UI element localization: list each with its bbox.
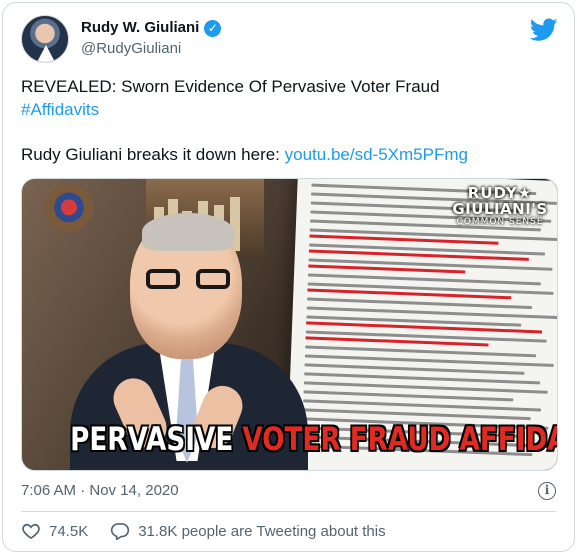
author-block[interactable]: Rudy W. Giuliani ✓ @RudyGiuliani — [81, 18, 222, 60]
tweet-card: Rudy W. Giuliani ✓ @RudyGiuliani REVEALE… — [2, 2, 575, 552]
tweet-text: REVEALED: Sworn Evidence Of Pervasive Vo… — [21, 75, 556, 166]
heart-icon — [22, 523, 40, 540]
media-caption-white: PERVASIVE — [70, 420, 243, 458]
tweet-text-line: REVEALED: Sworn Evidence Of Pervasive Vo… — [21, 77, 440, 96]
tweet-meta: 7:06 AM · Nov 14, 2020 i — [21, 481, 558, 503]
media-brand-line: GIULIANI'S — [452, 200, 548, 218]
like-button[interactable]: 74.5K — [21, 521, 88, 541]
media-seal-decoration — [42, 185, 96, 241]
tweet-text-prefix: Rudy Giuliani breaks it down here: — [21, 145, 285, 164]
tweet-actions: 74.5K 31.8K people are Tweeting about th… — [21, 519, 386, 543]
verified-badge-icon: ✓ — [204, 19, 222, 37]
author-display-name[interactable]: Rudy W. Giuliani — [81, 18, 199, 38]
tweeting-about-button[interactable]: 31.8K people are Tweeting about this — [110, 521, 386, 541]
media-person-glasses — [146, 269, 230, 291]
divider — [21, 511, 556, 512]
media-caption: PERVASIVE VOTER FRAUD AFFIDAVITS — [70, 420, 557, 458]
tweet-header: Rudy W. Giuliani ✓ @RudyGiuliani — [21, 15, 560, 67]
avatar[interactable] — [21, 15, 69, 63]
media-caption-red: VOTER FRAUD AFFIDAVITS — [242, 420, 557, 458]
media-brand-logo: RUDY★ GIULIANI'S COMMON SENSE — [451, 185, 549, 227]
media-brand-line: COMMON SENSE — [456, 217, 544, 227]
hashtag-link[interactable]: #Affidavits — [21, 98, 556, 121]
media-brand-line: RUDY★ — [467, 184, 533, 202]
media-person-hair — [142, 213, 234, 251]
tweet-text-line: Rudy Giuliani breaks it down here: youtu… — [21, 143, 556, 166]
tweet-media-image[interactable]: RUDY★ GIULIANI'S COMMON SENSE PERVASIVE … — [21, 178, 558, 471]
youtube-link[interactable]: youtu.be/sd-5Xm5PFmg — [285, 145, 468, 164]
info-icon[interactable]: i — [538, 482, 556, 500]
author-handle[interactable]: @RudyGiuliani — [81, 38, 221, 60]
speech-bubble-icon — [111, 523, 130, 541]
twitter-bird-icon[interactable] — [530, 18, 558, 42]
tweet-timestamp[interactable]: 7:06 AM · Nov 14, 2020 — [21, 482, 179, 499]
like-count: 74.5K — [49, 522, 89, 540]
tweeting-about-text: 31.8K people are Tweeting about this — [138, 522, 386, 540]
